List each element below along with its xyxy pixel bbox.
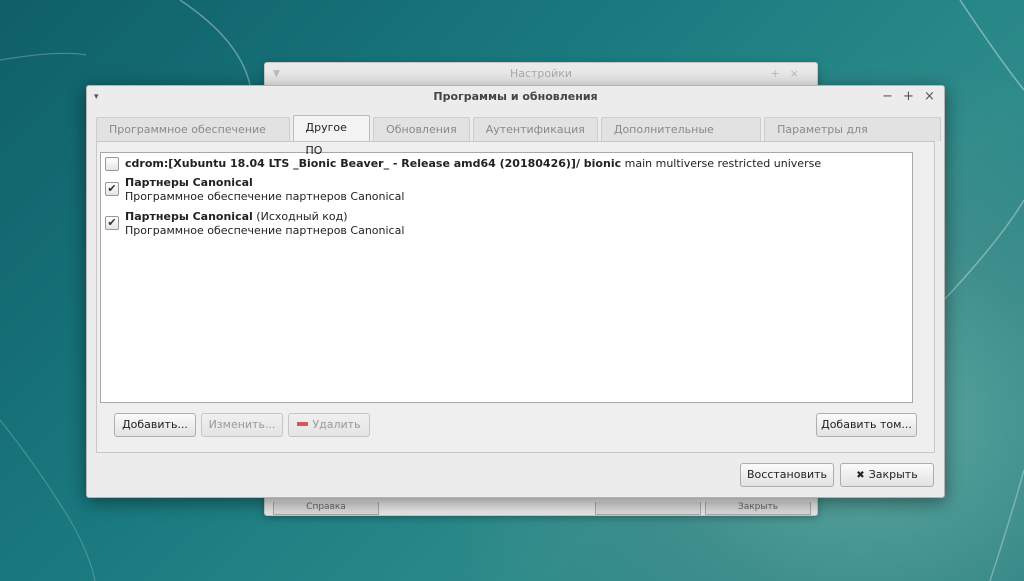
- window-controls: − + ×: [877, 86, 940, 108]
- tab-additional-drivers[interactable]: Дополнительные драйверы: [600, 117, 762, 159]
- add-button[interactable]: Добавить...: [114, 413, 196, 437]
- close-icon: ✖: [856, 470, 865, 481]
- revert-button[interactable]: Восстановить: [740, 463, 834, 487]
- remove-icon: [297, 422, 309, 426]
- background-hidden-button: [595, 502, 701, 515]
- source-checkbox[interactable]: ✔: [105, 216, 119, 230]
- close-window-icon[interactable]: ×: [919, 86, 940, 108]
- maximize-icon[interactable]: +: [898, 86, 919, 108]
- source-components: main multiverse restricted universe: [621, 157, 822, 170]
- minimize-icon[interactable]: −: [877, 86, 898, 108]
- source-description: Программное обеспечение партнеров Canoni…: [125, 224, 405, 237]
- background-titlebar: ▼ Настройки +×: [265, 63, 817, 85]
- close-button[interactable]: ✖ Закрыть: [840, 463, 934, 487]
- tab-other-software[interactable]: Другое ПО: [292, 115, 371, 157]
- source-title: cdrom:[Xubuntu 18.04 LTS _Bionic Beaver_…: [125, 157, 622, 170]
- window-title: Программы и обновления: [433, 90, 598, 103]
- close-button-label: Закрыть: [868, 468, 918, 481]
- background-close-button: Закрыть: [705, 502, 811, 515]
- tab-bar: Программное обеспечение Ubuntu Другое ПО…: [96, 115, 944, 159]
- checkmark-icon: ✔: [107, 216, 117, 229]
- tab-authentication[interactable]: Аутентификация: [472, 117, 598, 141]
- source-title-suffix: (Исходный код): [252, 210, 348, 223]
- background-help-button: Справка: [273, 502, 379, 515]
- tab-updates[interactable]: Обновления: [373, 117, 470, 141]
- window-menu-icon[interactable]: ▾: [94, 86, 99, 108]
- window-controls-icon: +×: [770, 67, 809, 80]
- add-volume-button[interactable]: Добавить том...: [816, 413, 917, 437]
- source-title: Партнеры Canonical: [125, 176, 253, 189]
- sources-list: cdrom:[Xubuntu 18.04 LTS _Bionic Beaver_…: [100, 152, 913, 403]
- remove-button[interactable]: Удалить: [288, 413, 370, 437]
- tab-developer-options[interactable]: Параметры для разработчиков: [764, 117, 942, 159]
- background-window-title: Настройки: [509, 67, 573, 80]
- source-description: Программное обеспечение партнеров Canoni…: [125, 190, 405, 203]
- software-updates-window: ▾ Программы и обновления − + × Программн…: [86, 85, 945, 498]
- checkmark-icon: ✔: [107, 182, 117, 195]
- edit-button[interactable]: Изменить...: [201, 413, 283, 437]
- remove-button-label: Удалить: [312, 418, 361, 431]
- source-checkbox[interactable]: ✔: [105, 182, 119, 196]
- tab-ubuntu-software[interactable]: Программное обеспечение Ubuntu: [96, 117, 290, 159]
- titlebar: ▾ Программы и обновления − + ×: [87, 86, 944, 108]
- source-title: Партнеры Canonical: [125, 210, 253, 223]
- menu-icon: ▼: [273, 69, 280, 79]
- source-checkbox[interactable]: [105, 157, 119, 171]
